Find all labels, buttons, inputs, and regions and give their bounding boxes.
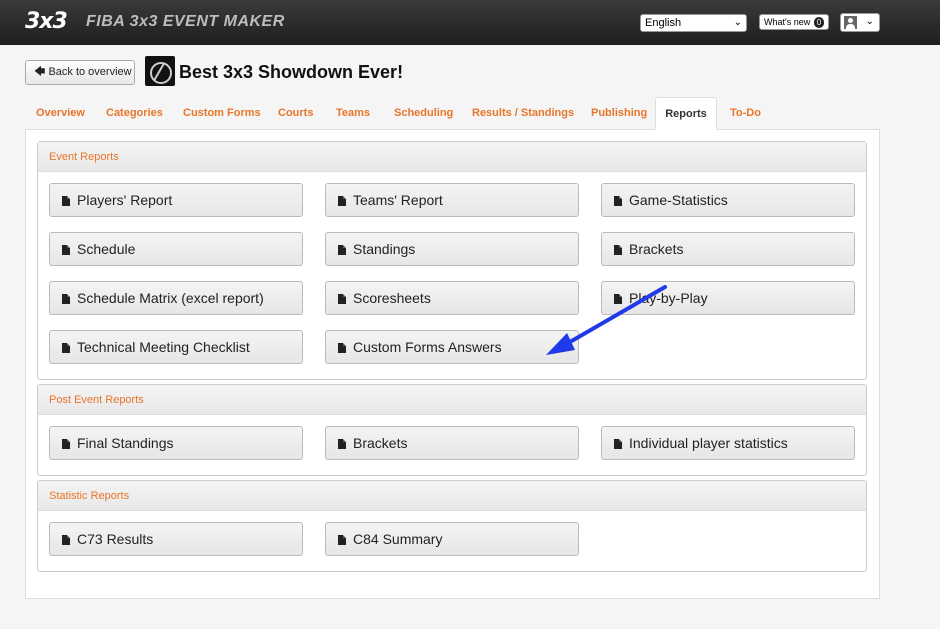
document-icon (62, 294, 70, 304)
report-label: Individual player statistics (629, 435, 788, 451)
event-title: Best 3x3 Showdown Ever! (179, 62, 404, 82)
tab-reports[interactable]: Reports (655, 97, 717, 130)
report-button[interactable]: Game-Statistics (601, 183, 855, 217)
report-button[interactable]: C84 Summary (325, 522, 579, 556)
document-icon (62, 245, 70, 255)
tab-categories[interactable]: Categories (106, 97, 163, 130)
app-title: FIBA 3x3 EVENT MAKER (86, 13, 285, 30)
report-label: Play-by-Play (629, 290, 708, 306)
report-button[interactable]: Individual player statistics (601, 426, 855, 460)
whats-new-label: What's new (764, 17, 811, 27)
user-menu-button[interactable]: ⌄ (840, 13, 880, 32)
document-icon (338, 294, 346, 304)
tab-to-do[interactable]: To-Do (730, 97, 761, 130)
report-label: Technical Meeting Checklist (77, 339, 250, 355)
report-label: Game-Statistics (629, 192, 728, 208)
document-icon (62, 535, 70, 545)
report-label: Schedule (77, 241, 136, 257)
arrow-left-icon: 🡄 (34, 66, 46, 78)
report-label: Custom Forms Answers (353, 339, 502, 355)
document-icon (338, 343, 346, 353)
tab-overview[interactable]: Overview (36, 97, 85, 130)
report-label: Standings (353, 241, 416, 257)
tab-scheduling[interactable]: Scheduling (394, 97, 453, 130)
report-button[interactable]: Players' Report (49, 183, 303, 217)
back-button-label: Back to overview (48, 66, 132, 78)
report-label: Brackets (353, 435, 408, 451)
report-label: Final Standings (77, 435, 174, 451)
chevron-down-icon: ⌄ (865, 16, 874, 27)
report-button[interactable]: Teams' Report (325, 183, 579, 217)
report-button[interactable]: Final Standings (49, 426, 303, 460)
report-label: C73 Results (77, 531, 154, 547)
language-select[interactable]: English ⌄ (640, 14, 747, 32)
document-icon (614, 439, 622, 449)
document-icon (614, 294, 622, 304)
report-label: C84 Summary (353, 531, 443, 547)
user-icon (844, 16, 857, 29)
report-label: Schedule Matrix (excel report) (77, 290, 264, 306)
tab-courts[interactable]: Courts (278, 97, 313, 130)
report-button[interactable]: Play-by-Play (601, 281, 855, 315)
document-icon (338, 535, 346, 545)
report-button[interactable]: Standings (325, 232, 579, 266)
tab-custom-forms[interactable]: Custom Forms (183, 97, 261, 130)
whats-new-button[interactable]: What's new 0 (759, 14, 829, 30)
tab-publishing[interactable]: Publishing (591, 97, 647, 130)
section-title: Event Reports (38, 142, 866, 172)
document-icon (62, 439, 70, 449)
report-button[interactable]: Custom Forms Answers (325, 330, 579, 364)
whats-new-count-badge: 0 (813, 17, 825, 28)
tab-teams[interactable]: Teams (336, 97, 370, 130)
fiba-3x3-logo[interactable]: 3x3 (25, 9, 68, 34)
report-label: Teams' Report (353, 192, 443, 208)
report-button[interactable]: Schedule Matrix (excel report) (49, 281, 303, 315)
back-to-overview-button[interactable]: 🡄 Back to overview (25, 60, 135, 85)
top-bar: 3x3 FIBA 3x3 EVENT MAKER English ⌄ What'… (0, 0, 940, 45)
report-label: Brackets (629, 241, 684, 257)
document-icon (614, 196, 622, 206)
tab-results-standings[interactable]: Results / Standings (472, 97, 574, 130)
report-button[interactable]: C73 Results (49, 522, 303, 556)
document-icon (62, 196, 70, 206)
document-icon (338, 196, 346, 206)
document-icon (338, 245, 346, 255)
chevron-down-icon: ⌄ (733, 17, 742, 28)
report-button[interactable]: Schedule (49, 232, 303, 266)
document-icon (62, 343, 70, 353)
report-button[interactable]: Scoresheets (325, 281, 579, 315)
report-label: Players' Report (77, 192, 173, 208)
report-label: Scoresheets (353, 290, 431, 306)
report-button[interactable]: Brackets (601, 232, 855, 266)
report-button[interactable]: Brackets (325, 426, 579, 460)
section-title: Post Event Reports (38, 385, 866, 415)
section-title: Statistic Reports (38, 481, 866, 511)
language-value: English (645, 17, 682, 29)
event-logo (145, 56, 175, 86)
document-icon (338, 439, 346, 449)
document-icon (614, 245, 622, 255)
report-button[interactable]: Technical Meeting Checklist (49, 330, 303, 364)
